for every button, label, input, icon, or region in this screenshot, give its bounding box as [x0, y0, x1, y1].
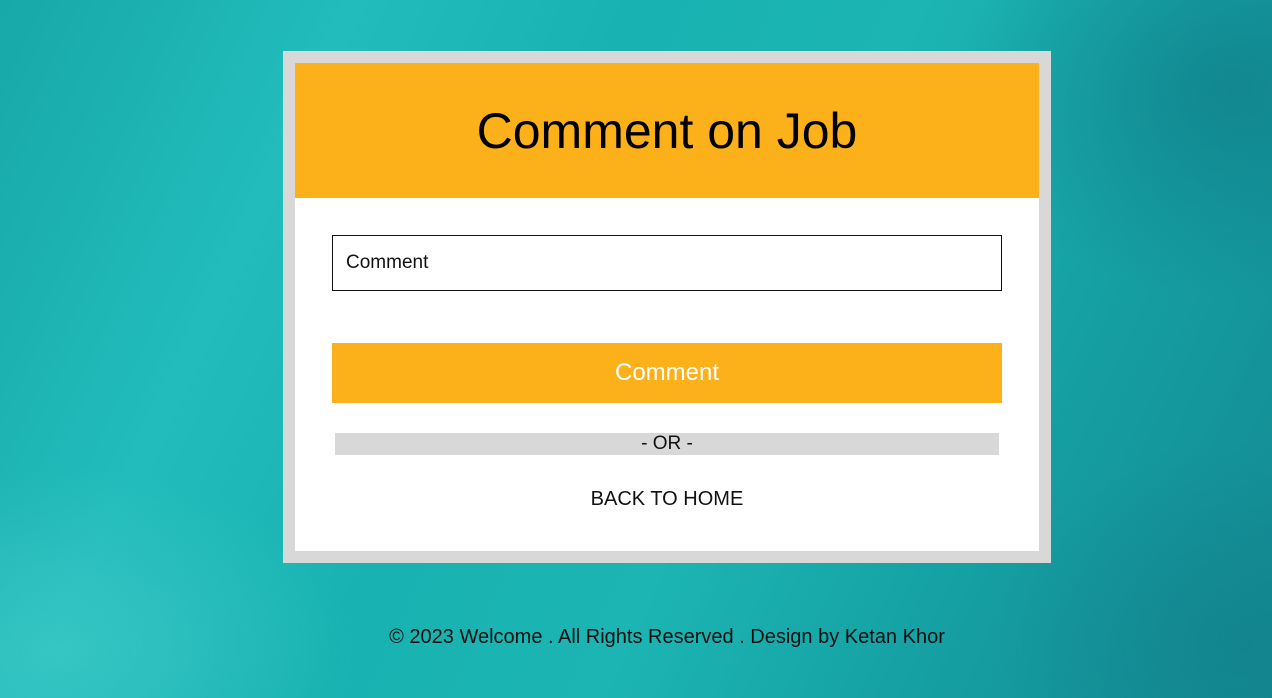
or-divider: - OR -	[335, 433, 999, 455]
comment-input[interactable]	[332, 235, 1002, 291]
footer-copyright: © 2023 Welcome . All Rights Reserved . D…	[389, 626, 945, 648]
card-header: Comment on Job	[295, 63, 1039, 198]
comment-card: Comment on Job Comment - OR - BACK TO HO…	[283, 51, 1051, 563]
comment-submit-button[interactable]: Comment	[332, 343, 1002, 403]
back-to-home-link[interactable]: BACK TO HOME	[295, 486, 1039, 512]
page-title: Comment on Job	[476, 102, 858, 159]
comment-card-body: Comment on Job Comment - OR - BACK TO HO…	[295, 63, 1039, 551]
